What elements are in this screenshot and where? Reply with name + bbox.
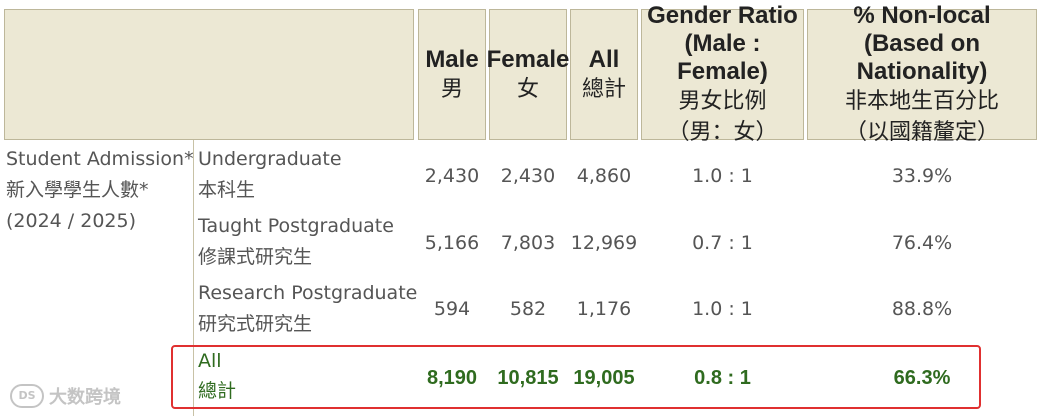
header-male-zh: 男 xyxy=(440,76,463,102)
cell-nonlocal: 76.4% xyxy=(891,232,953,254)
header-nonlocal-en-1: % Non-local xyxy=(853,1,991,29)
row-label-en: Undergraduate xyxy=(198,148,342,170)
row-label-zh: 研究式研究生 xyxy=(198,313,313,335)
cell-nonlocal: 33.9% xyxy=(891,165,953,187)
header-male: Male 男 xyxy=(418,9,486,140)
header-female-en: Female xyxy=(486,45,570,73)
header-nonlocal-en-2: (Based on Nationality) xyxy=(856,29,988,85)
cell-male: 5,166 xyxy=(424,232,480,254)
header-all: All 總計 xyxy=(570,9,638,140)
cell-ratio: 1.0 : 1 xyxy=(692,165,753,187)
header-ratio-en-1: Gender Ratio xyxy=(647,1,798,29)
watermark-logo-icon: DS xyxy=(10,384,44,408)
header-male-en: Male xyxy=(425,45,479,73)
watermark-text: 大数跨境 xyxy=(49,387,121,408)
cell-female: 582 xyxy=(509,298,547,320)
header-female: Female 女 xyxy=(486,9,570,140)
cell-male: 594 xyxy=(433,298,471,320)
cell-ratio: 1.0 : 1 xyxy=(692,298,753,320)
header-non-local: % Non-local (Based on Nationality) 非本地生百… xyxy=(807,2,1037,145)
group-label-en: Student Admission* xyxy=(6,148,194,170)
header-female-zh: 女 xyxy=(516,76,539,102)
header-ratio-zh-2: （男：女） xyxy=(667,119,778,145)
header-all-en: All xyxy=(588,45,620,73)
header-ratio-zh-1: 男女比例 xyxy=(678,88,767,114)
cell-female: 2,430 xyxy=(500,165,556,187)
header-gender-ratio: Gender Ratio (Male : Female) 男女比例 （男：女） xyxy=(641,2,804,145)
cell-all: 1,176 xyxy=(576,298,632,320)
cell-all: 12,969 xyxy=(570,232,638,254)
row-label-zh: 修課式研究生 xyxy=(198,246,313,268)
total-highlight-box xyxy=(171,345,981,409)
cell-female: 7,803 xyxy=(500,232,556,254)
cell-all: 4,860 xyxy=(576,165,632,187)
header-blank-cell xyxy=(4,9,414,140)
row-label-en: Research Postgraduate xyxy=(198,282,418,304)
row-label-zh: 本科生 xyxy=(198,179,256,201)
group-year: (2024 / 2025) xyxy=(6,210,137,232)
cell-male: 2,430 xyxy=(424,165,480,187)
header-nonlocal-zh-2: （以國籍釐定） xyxy=(844,119,999,145)
header-ratio-en-2: (Male : Female) xyxy=(677,29,768,85)
row-label-en: Taught Postgraduate xyxy=(198,215,394,237)
watermark: DS 大数跨境 xyxy=(10,383,121,409)
cell-nonlocal: 88.8% xyxy=(891,298,953,320)
group-label-zh: 新入學學生人數* xyxy=(6,179,149,201)
header-nonlocal-zh-1: 非本地生百分比 xyxy=(844,88,999,114)
cell-ratio: 0.7 : 1 xyxy=(692,232,753,254)
header-all-zh: 總計 xyxy=(581,76,626,102)
admission-table: Male 男 Female 女 All 總計 Gender Ratio (Mal… xyxy=(0,0,1044,416)
